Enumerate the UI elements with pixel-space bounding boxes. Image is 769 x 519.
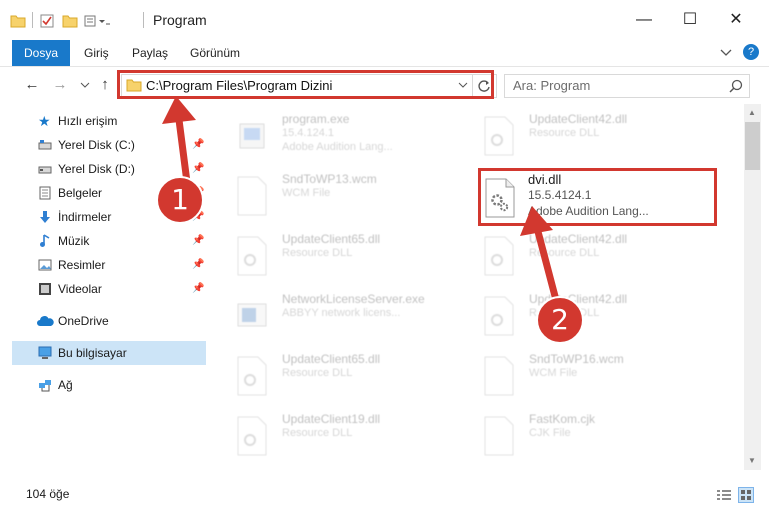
chevron-down-icon[interactable] [720, 48, 732, 58]
vertical-scrollbar[interactable]: ▲ ▼ [744, 104, 761, 470]
recent-locations-icon[interactable] [80, 82, 90, 90]
scroll-thumb[interactable] [745, 122, 760, 170]
status-bar: 104 öğe [0, 482, 769, 508]
separator [32, 12, 33, 28]
file-item[interactable]: UpdateClient65.dll Resource DLL [226, 226, 466, 284]
maximize-button[interactable]: ☐ [667, 0, 713, 40]
pin-icon[interactable]: 📌 [192, 253, 204, 277]
onedrive-icon [37, 316, 54, 326]
file-item[interactable]: SndToWP16.wcm WCM File [473, 346, 713, 404]
tab-gorunum[interactable]: Görünüm [190, 40, 240, 66]
tab-dosya[interactable]: Dosya [12, 40, 70, 66]
dll-icon [484, 296, 514, 336]
dll-icon [237, 416, 267, 456]
details-view-icon[interactable] [716, 489, 732, 501]
step-badge-2: 2 [536, 296, 584, 344]
download-icon [40, 211, 50, 223]
file-item[interactable]: FastKom.cjk CJK File [473, 406, 713, 464]
separator [143, 12, 144, 28]
tab-paylas[interactable]: Paylaş [132, 40, 168, 66]
dll-icon [237, 356, 267, 396]
file-item[interactable]: program.exe 15.4.124.1 Adobe Audition Lang… [226, 106, 466, 164]
nav-onedrive[interactable]: OneDrive [12, 309, 206, 333]
scroll-down-icon[interactable]: ▼ [748, 456, 756, 465]
nav-item-local-disk-c[interactable]: Yerel Disk (C:) 📌 [12, 133, 206, 157]
address-row: ← → ↑ C:\Program Files\Program Dizini Ar… [0, 66, 769, 104]
exe-icon [237, 303, 267, 327]
documents-icon [39, 186, 51, 200]
step-badge-1: 1 [156, 176, 204, 224]
nav-item-videos[interactable]: Videolar 📌 [12, 277, 206, 301]
scroll-up-icon[interactable]: ▲ [748, 108, 756, 117]
back-button[interactable]: ← [22, 75, 42, 95]
pin-icon[interactable]: 📌 [192, 133, 204, 157]
minimize-button[interactable]: — [621, 0, 667, 40]
file-item[interactable]: UpdateClient65.dll Resource DLL [226, 346, 466, 404]
dll-icon [237, 236, 267, 276]
videos-icon [39, 283, 51, 295]
tab-giris[interactable]: Giriş [84, 40, 109, 66]
customize-toolbar-icon[interactable] [84, 14, 110, 28]
nav-item-music[interactable]: Müzik 📌 [12, 229, 206, 253]
drive-icon [38, 140, 52, 150]
pin-icon[interactable]: 📌 [192, 157, 204, 181]
computer-icon [38, 346, 52, 359]
pin-icon[interactable]: 📌 [192, 277, 204, 301]
file-icon [237, 176, 267, 216]
nav-this-pc[interactable]: Bu bilgisayar [12, 341, 206, 365]
navigation-pane: ★ Hızlı erişim Yerel Disk (C:) 📌 Yerel D… [12, 104, 218, 470]
file-item[interactable]: UpdateClient42.dllResource DLL [473, 106, 713, 164]
search-icon[interactable] [729, 79, 743, 93]
folder-icon [10, 15, 26, 28]
large-icons-view-icon[interactable] [738, 487, 754, 503]
new-folder-icon[interactable] [62, 14, 78, 28]
title-bar: Program — ☐ ✕ [0, 0, 769, 40]
nav-quick-access[interactable]: ★ Hızlı erişim [12, 109, 206, 133]
ribbon-tabs: Dosya Giriş Paylaş Görünüm ? [0, 40, 769, 67]
file-item[interactable]: UpdateClient19.dll Resource DLL [226, 406, 466, 464]
exe-icon [239, 123, 265, 149]
pin-icon[interactable]: 📌 [192, 229, 204, 253]
network-icon [39, 380, 51, 392]
address-highlight-box [117, 70, 494, 99]
nav-item-pictures[interactable]: Resimler 📌 [12, 253, 206, 277]
file-icon [484, 356, 514, 396]
search-box[interactable]: Ara: Program [504, 74, 750, 98]
help-button[interactable]: ? [743, 44, 759, 60]
item-count: 104 öğe [26, 487, 70, 501]
properties-icon[interactable] [40, 14, 54, 28]
drive-icon [38, 166, 52, 174]
window-title: Program [153, 12, 207, 28]
search-input[interactable]: Ara: Program [513, 78, 590, 93]
file-list: program.exe 15.4.124.1 Adobe Audition Lang… [218, 104, 744, 470]
file-icon [484, 416, 514, 456]
file-item[interactable]: SndToWP13.wcm WCM File [226, 166, 466, 224]
file-item[interactable]: UpdateClient42.dllResource DLL [473, 286, 713, 344]
music-icon [40, 234, 50, 247]
dll-icon [484, 236, 514, 276]
star-icon: ★ [38, 113, 51, 129]
dll-icon [484, 116, 514, 156]
file-item[interactable]: NetworkLicenseServer.exe ABBYY network li… [226, 286, 466, 344]
nav-network[interactable]: Ağ [12, 373, 206, 397]
file-highlight-box [478, 168, 717, 226]
file-item[interactable]: UpdateClient42.dllResource DLL [473, 226, 713, 284]
pictures-icon [38, 259, 52, 271]
close-button[interactable]: ✕ [713, 0, 759, 40]
forward-button[interactable]: → [50, 75, 70, 95]
up-button[interactable]: ↑ [95, 75, 115, 95]
